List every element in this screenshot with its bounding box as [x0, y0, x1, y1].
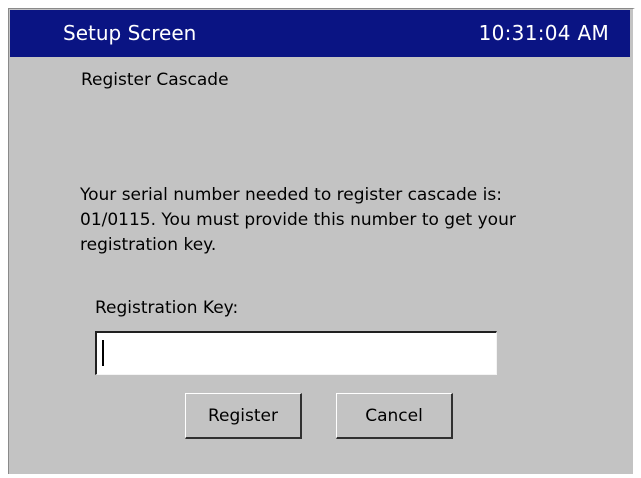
title-bar: Setup Screen 10:31:04 AM: [10, 10, 630, 57]
register-button[interactable]: Register: [185, 393, 302, 439]
cancel-button[interactable]: Cancel: [336, 393, 453, 439]
registration-key-label: Registration Key:: [95, 298, 239, 318]
clock: 10:31:04 AM: [478, 21, 609, 45]
dialog-heading: Register Cascade: [81, 70, 229, 90]
serial-number-message: Your serial number needed to register ca…: [80, 185, 516, 255]
registration-key-input[interactable]: [95, 331, 497, 375]
text-caret: [102, 340, 104, 366]
window-title: Setup Screen: [63, 21, 197, 45]
